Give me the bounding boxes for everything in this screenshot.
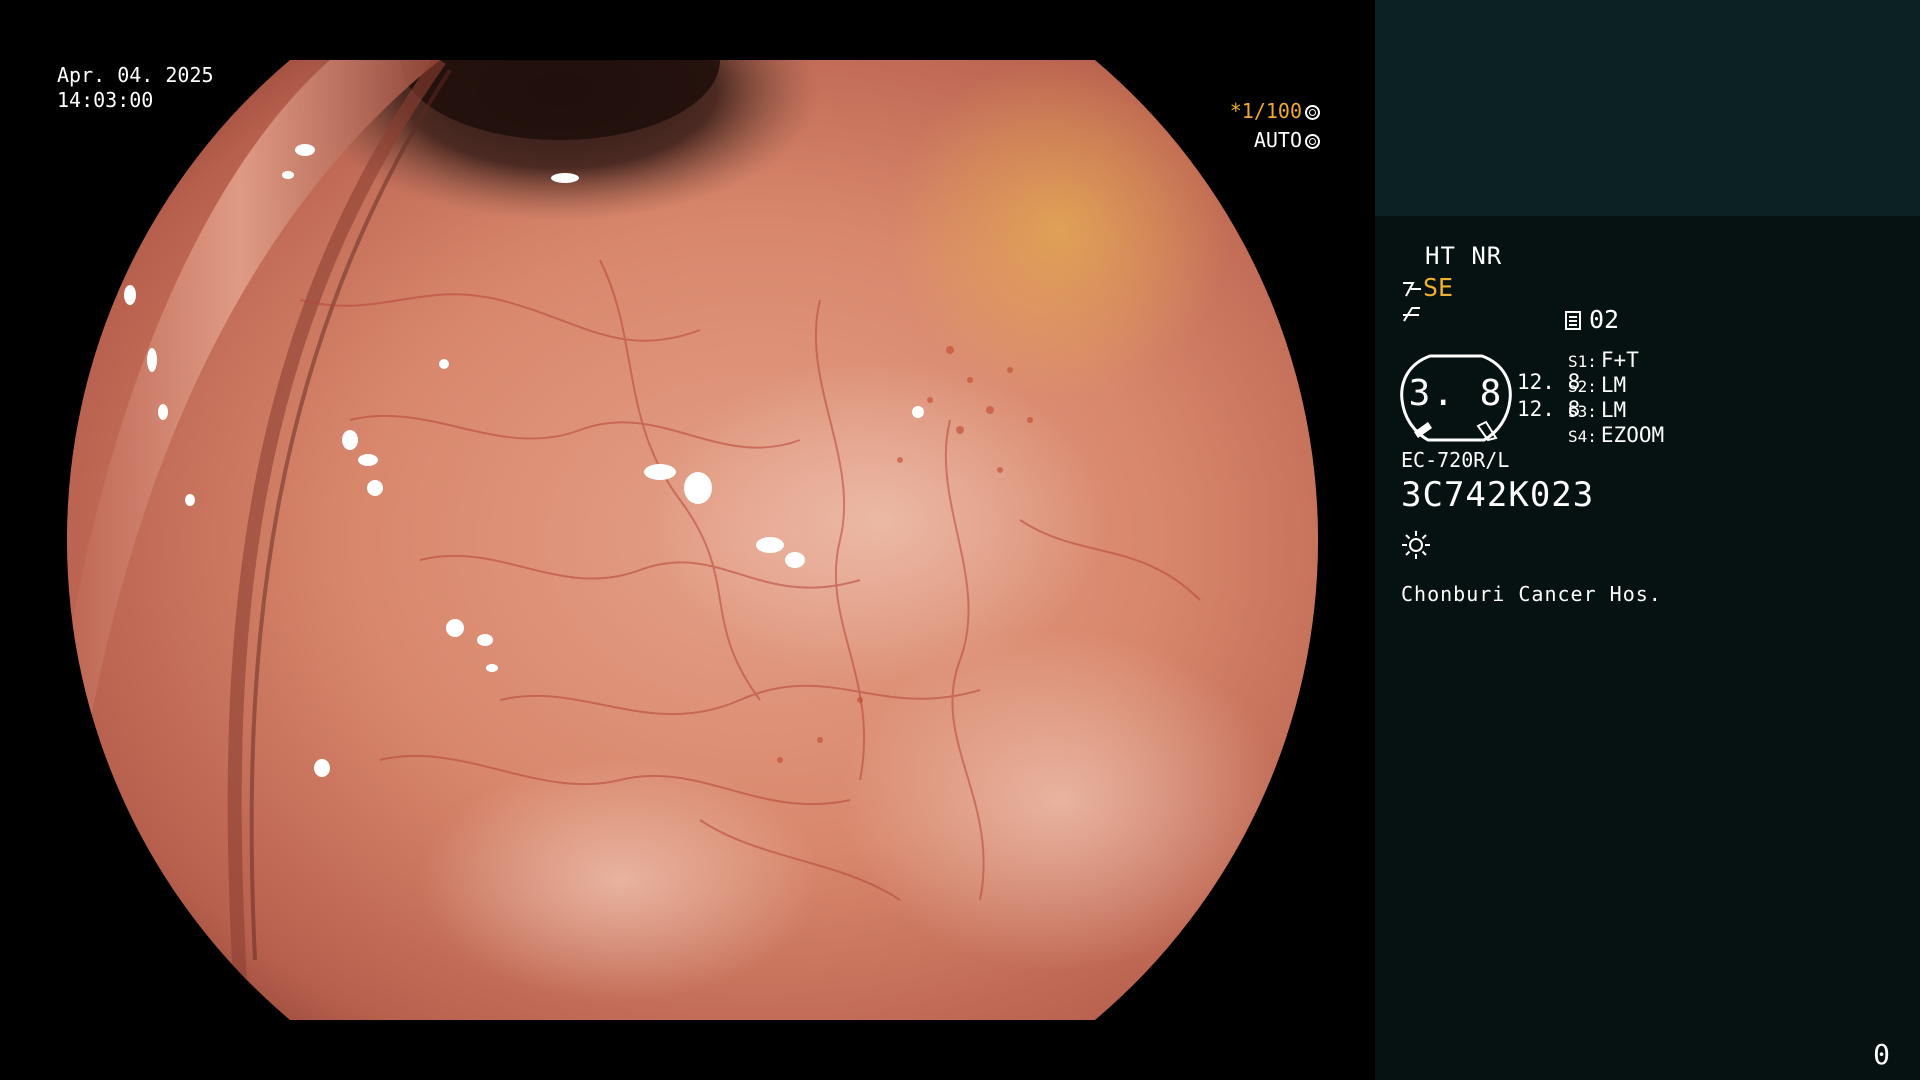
- image-counter: 0: [1873, 1038, 1890, 1071]
- iris-indicator: AUTO: [1254, 128, 1320, 153]
- date-time-stamp: Apr. 04. 2025 14:03:00: [57, 63, 214, 113]
- scope-model: EC-720R/L: [1401, 448, 1510, 472]
- switch-row-s4: S4: EZOOM: [1568, 423, 1664, 447]
- endoscope-view: Apr. 04. 2025 14:03:00 *1/100 AUTO: [0, 0, 1375, 1080]
- shutter-icon: [1305, 105, 1320, 120]
- enhancement-text: SE: [1423, 273, 1454, 302]
- endoscopy-monitor: Apr. 04. 2025 14:03:00 *1/100 AUTO HT NR…: [0, 0, 1920, 1080]
- switch-value: LM: [1600, 398, 1627, 422]
- switch-row-s1: S1: F+T: [1568, 348, 1639, 372]
- switch-row-s3: S3: LM: [1568, 398, 1626, 422]
- image-mode-text: HT NR: [1425, 242, 1503, 270]
- switch-key: S1:: [1568, 352, 1597, 371]
- memory-indicator: 02: [1565, 305, 1619, 334]
- memory-icon: [1565, 311, 1581, 330]
- info-panel-header: [1375, 0, 1920, 216]
- switch-value: EZOOM: [1600, 423, 1665, 447]
- hospital-name: Chonburi Cancer Hos.: [1401, 582, 1662, 606]
- hook-icon: [1401, 303, 1423, 331]
- memory-number: 02: [1589, 305, 1620, 334]
- switch-key: S2:: [1568, 377, 1597, 396]
- switch-key: S3:: [1568, 402, 1597, 421]
- iris-icon: [1305, 134, 1320, 149]
- iris-mode-text: AUTO: [1253, 128, 1302, 152]
- switch-value: F+T: [1600, 348, 1639, 372]
- light-icon: [1402, 531, 1430, 559]
- structure-enhancement-icon: [1403, 282, 1421, 297]
- info-panel: HT NR SE 02 3. 8 12. 8 12. 8 S1: F+T S2:…: [1375, 0, 1920, 1080]
- switch-row-s2: S2: LM: [1568, 373, 1626, 397]
- switch-value: LM: [1600, 373, 1627, 397]
- scope-serial-number: 3C742K023: [1401, 475, 1595, 515]
- time-text: 14:03:00: [57, 88, 154, 112]
- switch-key: S4:: [1568, 427, 1597, 446]
- date-text: Apr. 04. 2025: [57, 63, 214, 87]
- shutter-speed-text: *1/100: [1229, 99, 1302, 123]
- enhancement-indicator: SE: [1401, 273, 1453, 302]
- zoom-value: 3. 8: [1408, 373, 1504, 414]
- shutter-indicator: *1/100: [1230, 99, 1320, 124]
- endoscopic-image: [66, 60, 1319, 1020]
